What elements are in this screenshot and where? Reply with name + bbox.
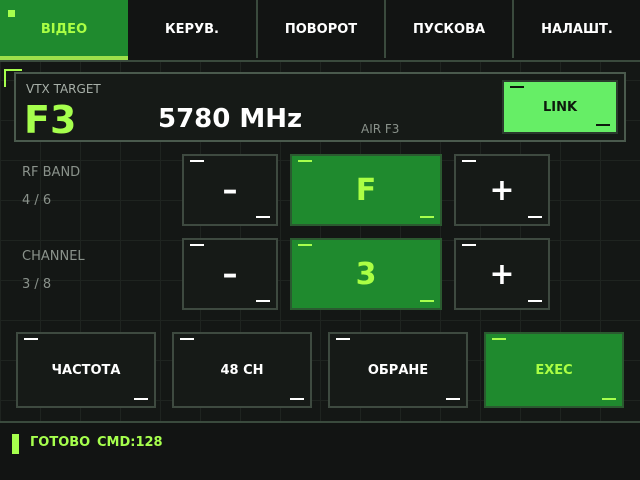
vtx-code: F3 (24, 98, 77, 142)
rf-band-value-text: F (355, 172, 377, 208)
tab-settings[interactable]: НАЛАШТ. (512, 0, 640, 58)
rf-band-increment-button[interactable]: + (454, 154, 550, 226)
tab-label: НАЛАШТ. (541, 21, 613, 37)
tab-label: ПОВОРОТ (284, 21, 358, 37)
favorites-button[interactable]: ОБРАНЕ (328, 332, 468, 408)
plus-icon: + (489, 172, 515, 208)
vtx-air-status: AIR F3 (361, 122, 400, 136)
tab-label: КЕРУВ. (165, 21, 219, 37)
tab-rotation[interactable]: ПОВОРОТ (256, 0, 384, 58)
channel-decrement-button[interactable]: – (182, 238, 278, 310)
status-indicator-icon (12, 434, 19, 454)
tab-launcher[interactable]: ПУСКОВА (384, 0, 512, 58)
channel-position: 3 / 8 (22, 277, 52, 292)
status-text: ГОТОВО (30, 435, 91, 450)
status-bar (0, 423, 640, 480)
link-button-label: LINK (542, 99, 578, 115)
rf-band-position: 4 / 6 (22, 193, 52, 208)
frequency-button-label: ЧАСТОТА (51, 362, 121, 378)
exec-button[interactable]: EXEC (484, 332, 624, 408)
vtx-frequency: 5780 MHz (158, 104, 303, 134)
tab-divider (0, 60, 640, 62)
tab-bar: ВІДЕО КЕРУВ. ПОВОРОТ ПУСКОВА НАЛАШТ. (0, 0, 640, 60)
favorites-button-label: ОБРАНЕ (367, 362, 429, 378)
channel-value-text: 3 (355, 256, 377, 292)
channel-label: CHANNEL (22, 249, 85, 264)
tab-control[interactable]: КЕРУВ. (128, 0, 256, 58)
channel-value[interactable]: 3 (290, 238, 442, 310)
48ch-button[interactable]: 48 CH (172, 332, 312, 408)
frequency-button[interactable]: ЧАСТОТА (16, 332, 156, 408)
tab-label: ВІДЕО (40, 21, 88, 37)
minus-icon: – (222, 256, 238, 292)
tab-label: ПУСКОВА (412, 21, 486, 37)
rf-band-decrement-button[interactable]: – (182, 154, 278, 226)
active-tab-indicator-icon (8, 10, 15, 17)
link-button[interactable]: LINK (502, 80, 618, 134)
status-cmd: CMD:128 (97, 435, 163, 450)
tab-video[interactable]: ВІДЕО (0, 0, 128, 60)
rf-band-value[interactable]: F (290, 154, 442, 226)
minus-icon: – (222, 172, 238, 208)
rf-band-label: RF BAND (22, 165, 81, 180)
exec-button-label: EXEC (535, 362, 573, 378)
48ch-button-label: 48 CH (220, 362, 264, 378)
channel-increment-button[interactable]: + (454, 238, 550, 310)
vtx-target-label: VTX TARGET (26, 82, 101, 96)
plus-icon: + (489, 256, 515, 292)
